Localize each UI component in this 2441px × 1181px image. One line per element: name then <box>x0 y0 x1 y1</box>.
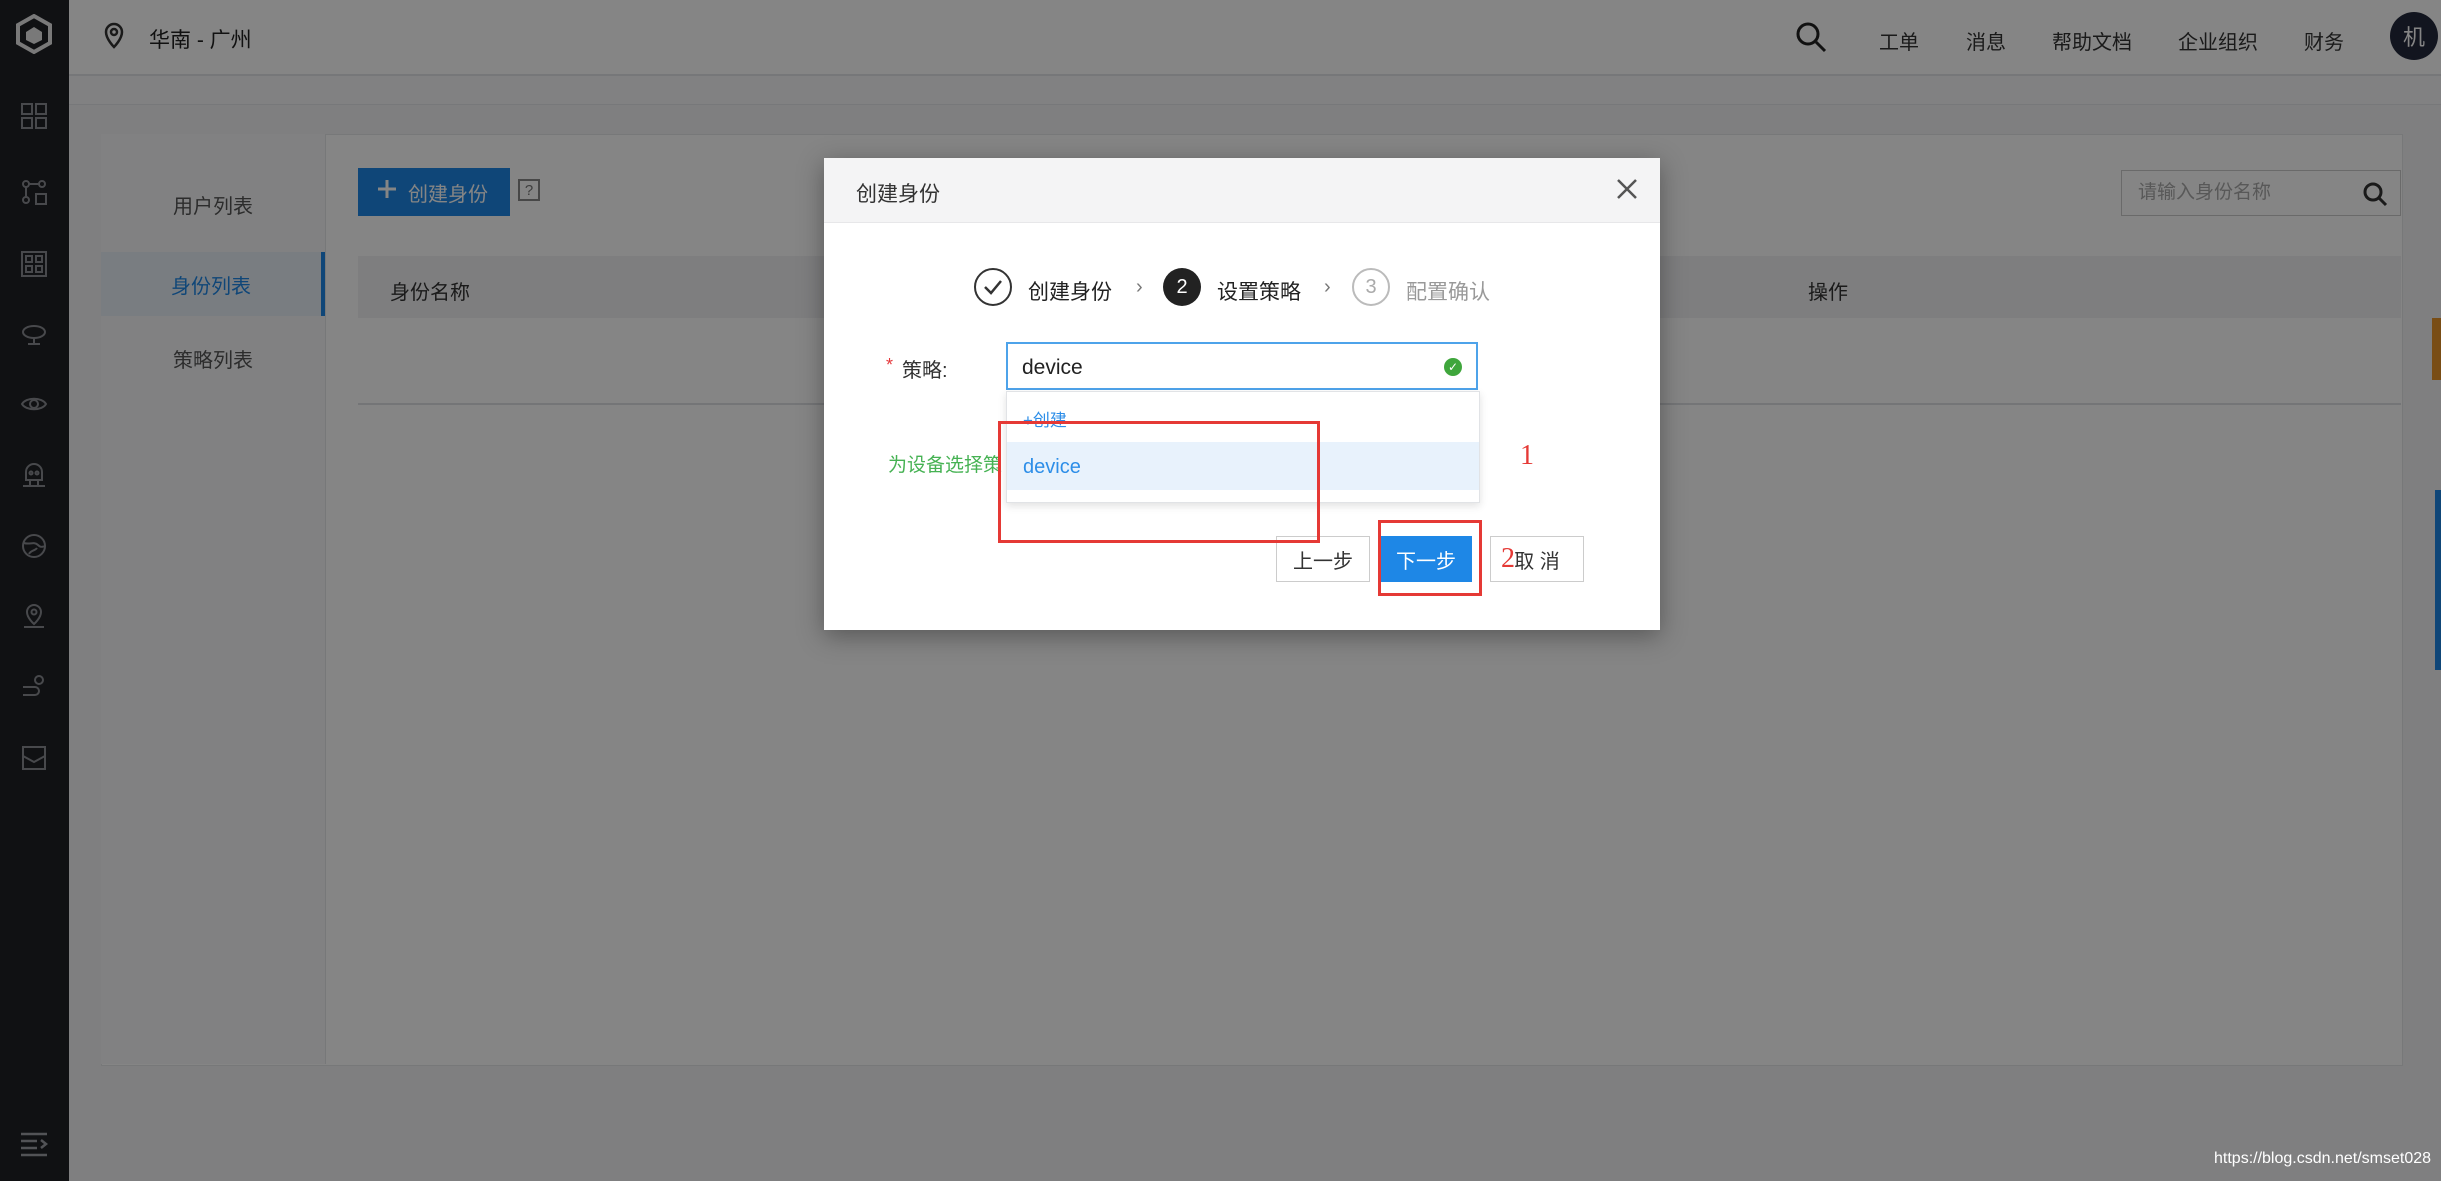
annotation-number-2: 2 <box>1501 543 1515 574</box>
dialog-header: 创建身份 <box>824 158 1660 223</box>
policy-hint-text: 为设备选择策 <box>888 455 1003 476</box>
create-identity-dialog: 创建身份 创建身份 › 2 设置策略 › 3 配置确认 * 策略: device… <box>824 158 1660 630</box>
required-marker: * <box>886 355 894 375</box>
step-1-label: 创建身份 <box>1028 281 1112 304</box>
annotation-box-2 <box>1378 520 1482 596</box>
check-circle-icon: ✓ <box>1444 358 1462 376</box>
policy-field-label: 策略: <box>902 360 948 382</box>
step-2-label: 设置策略 <box>1217 281 1301 304</box>
step-chevron-icon: › <box>1136 276 1143 298</box>
step-2-number: 2 <box>1163 268 1201 306</box>
step-chevron-icon: › <box>1324 276 1331 298</box>
watermark: https://blog.csdn.net/smset028 <box>2214 1150 2432 1167</box>
step-3-number: 3 <box>1352 268 1390 306</box>
dialog-title: 创建身份 <box>856 183 940 206</box>
step-3-label: 配置确认 <box>1406 281 1490 304</box>
annotation-number-1: 1 <box>1520 440 1534 471</box>
annotation-box-1 <box>998 421 1320 543</box>
policy-select-value: device <box>1022 356 1083 379</box>
policy-select[interactable]: device ✓ <box>1006 342 1478 390</box>
step-1-done-check-icon <box>974 268 1012 306</box>
close-icon[interactable] <box>1610 172 1644 206</box>
